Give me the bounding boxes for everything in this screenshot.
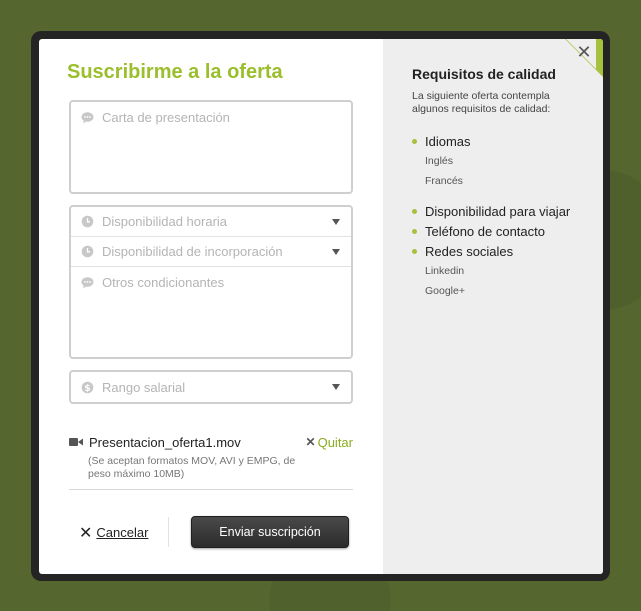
close-icon: ✕ xyxy=(79,523,93,542)
requirement-label: Redes sociales xyxy=(425,243,514,259)
clock-icon xyxy=(81,245,94,258)
video-camera-icon xyxy=(69,438,83,446)
dollar-icon: $ xyxy=(81,381,94,394)
cancel-label: Cancelar xyxy=(96,525,149,540)
availability-hours-select[interactable]: Disponibilidad horaria xyxy=(71,207,351,237)
availability-start-select[interactable]: Disponibilidad de incorporación xyxy=(71,237,351,267)
other-conditions-textarea[interactable]: Otros condicionantes xyxy=(71,267,351,357)
divider xyxy=(168,517,169,547)
chat-bubble-icon xyxy=(81,277,94,289)
bullet-icon xyxy=(412,248,417,254)
requirements-subtitle: La siguiente oferta contempla algunos re… xyxy=(412,90,551,115)
chevron-down-icon xyxy=(332,219,340,225)
list-item: Disponibilidad para viajar xyxy=(412,201,592,221)
bullet-icon xyxy=(412,138,417,144)
requirement-label: Disponibilidad para viajar xyxy=(425,203,571,219)
divider xyxy=(69,489,353,490)
chevron-down-icon xyxy=(332,384,340,390)
availability-group: Disponibilidad horaria Disponibilidad de… xyxy=(69,205,353,359)
bullet-icon xyxy=(412,228,417,234)
list-sub-item: Inglés xyxy=(425,155,454,167)
list-sub-item: Google+ xyxy=(425,285,465,297)
list-item: Teléfono de contacto xyxy=(412,221,592,241)
remove-attachment-label: Quitar xyxy=(317,434,353,450)
subscription-form: Suscribirme a la oferta Carta de present… xyxy=(39,39,383,574)
list-item: Idiomas xyxy=(412,131,592,151)
chevron-down-icon xyxy=(332,249,340,255)
cover-letter-textarea[interactable]: Carta de presentación xyxy=(69,100,353,194)
list-sub-item: Linkedin xyxy=(425,265,465,277)
svg-text:$: $ xyxy=(84,384,90,394)
attachment-hint: (Se aceptan formatos MOV, AVI y EMPG, de… xyxy=(88,455,296,480)
requirements-title: Requisitos de calidad xyxy=(412,66,556,82)
requirements-list: Idiomas Inglés Francés Disponibilidad pa… xyxy=(412,131,592,301)
cover-letter-placeholder: Carta de presentación xyxy=(102,110,230,125)
remove-attachment-button[interactable]: ✕ Quitar xyxy=(306,435,353,450)
requirements-panel: ✕ Requisitos de calidad La siguiente ofe… xyxy=(383,39,603,574)
requirement-label: Idiomas xyxy=(425,133,471,149)
availability-start-label: Disponibilidad de incorporación xyxy=(102,244,283,259)
chat-bubble-icon xyxy=(81,112,94,124)
cancel-button[interactable]: ✕ Cancelar xyxy=(79,523,148,542)
subscribe-modal: Suscribirme a la oferta Carta de present… xyxy=(39,39,603,574)
page-title: Suscribirme a la oferta xyxy=(67,61,283,83)
bullet-icon xyxy=(412,208,417,214)
close-icon: ✕ xyxy=(305,435,316,449)
salary-range-select[interactable]: $ Rango salarial xyxy=(69,370,353,404)
attachment-file-name: Presentacion_oferta1.mov xyxy=(89,434,241,450)
attachment-row: Presentacion_oferta1.mov ✕ Quitar xyxy=(69,433,353,451)
requirement-label: Teléfono de contacto xyxy=(425,223,545,239)
submit-subscription-button[interactable]: Enviar suscripción xyxy=(191,516,349,548)
list-sub-item: Francés xyxy=(425,175,463,187)
list-item: Redes sociales xyxy=(412,241,592,261)
clock-icon xyxy=(81,215,94,228)
other-conditions-placeholder: Otros condicionantes xyxy=(102,275,225,290)
salary-range-label: Rango salarial xyxy=(102,379,186,395)
close-modal-button[interactable]: ✕ xyxy=(575,44,593,62)
close-icon: ✕ xyxy=(576,42,592,63)
availability-hours-label: Disponibilidad horaria xyxy=(102,214,228,229)
